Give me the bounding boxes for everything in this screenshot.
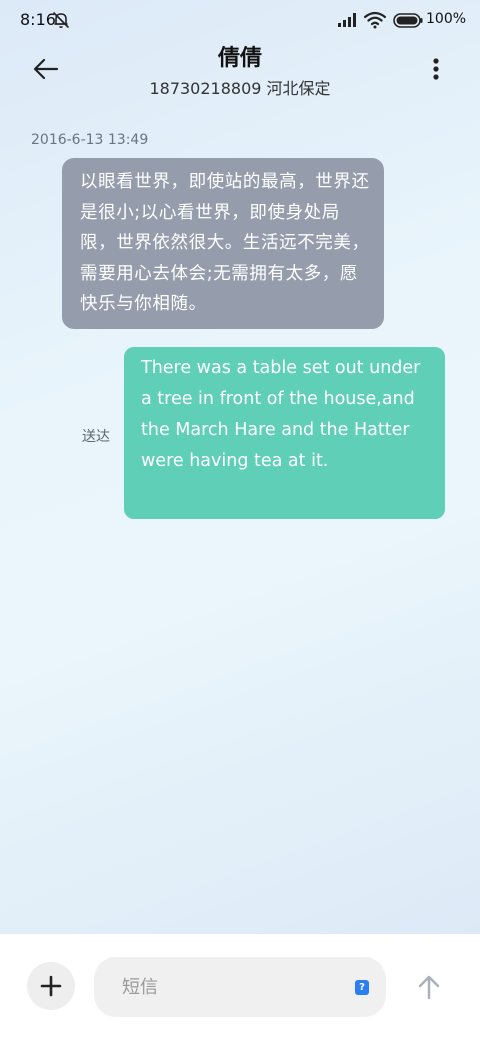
plus-icon	[40, 975, 62, 997]
battery-percent: 100%	[426, 11, 467, 27]
message-timestamp: 2016-6-13 13:49	[31, 132, 149, 148]
more-vertical-icon	[433, 58, 439, 80]
send-button[interactable]	[410, 968, 448, 1006]
sms-conversation-screen: 8:16 100% 倩倩 18730218809 河北保定 2016-6-13 …	[0, 0, 480, 1040]
status-bar: 8:16 100%	[0, 0, 480, 40]
signal-icon	[338, 13, 356, 27]
sim-badge-icon[interactable]: ?	[355, 980, 369, 995]
contact-number-location: 18730218809 河北保定	[149, 79, 331, 98]
bell-off-icon	[53, 12, 69, 28]
message-input[interactable]	[94, 957, 386, 1017]
wifi-icon	[364, 11, 386, 29]
arrow-up-icon	[418, 975, 440, 1000]
battery-icon	[393, 13, 423, 28]
add-attachment-button[interactable]	[27, 962, 75, 1010]
contact-name: 倩倩	[217, 46, 262, 71]
delivery-status: 送达	[82, 429, 110, 445]
incoming-message-bubble[interactable]: 以眼看世界，即使站的最高，世界还是很小;以心看世界，即使身处局限，世界依然很大。…	[62, 158, 384, 329]
status-time: 8:16	[20, 10, 56, 29]
outgoing-message-bubble[interactable]: There was a table set out under a tree i…	[124, 347, 445, 519]
more-options-button[interactable]	[420, 52, 452, 86]
